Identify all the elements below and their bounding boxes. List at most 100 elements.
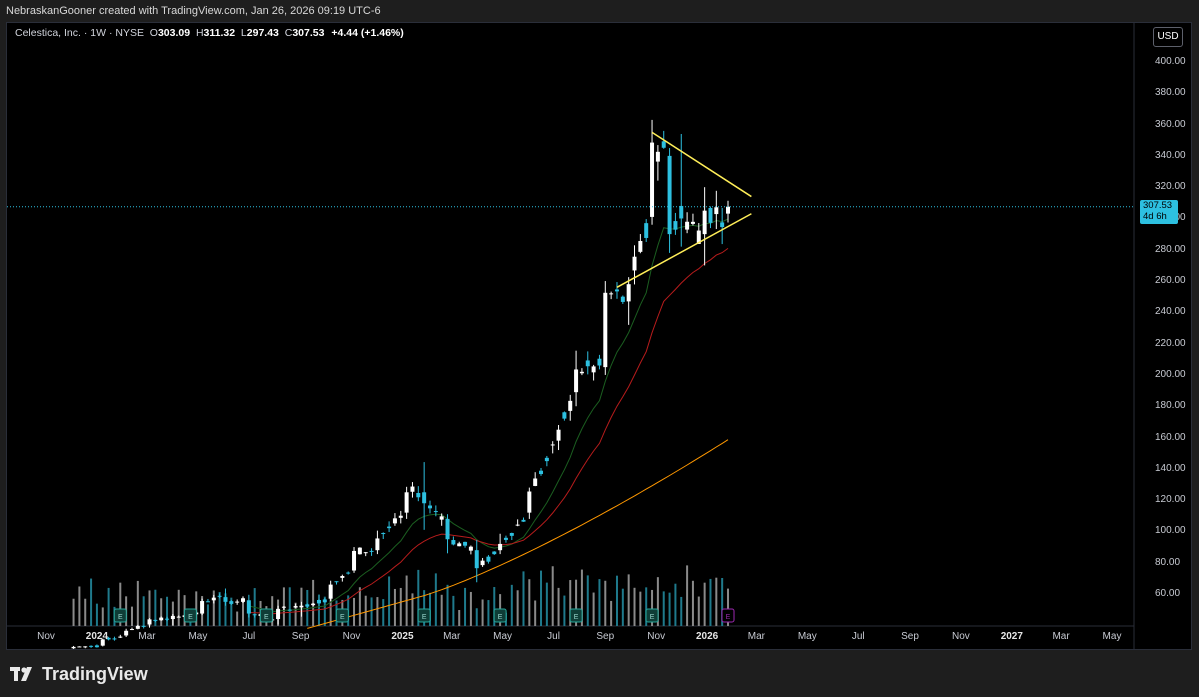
candle[interactable] — [328, 580, 333, 602]
candle[interactable] — [515, 519, 520, 527]
earnings-marker[interactable]: E — [493, 608, 507, 623]
candle[interactable] — [620, 295, 625, 304]
candle[interactable] — [71, 645, 76, 649]
candle[interactable] — [112, 636, 117, 641]
chart-canvas[interactable]: EEEEEEEEE — [0, 0, 1199, 697]
candle[interactable] — [638, 234, 643, 254]
candle[interactable] — [585, 351, 590, 375]
candle[interactable] — [644, 219, 649, 242]
candle[interactable] — [252, 614, 257, 618]
candle[interactable] — [579, 368, 584, 376]
candle[interactable] — [129, 627, 134, 631]
candle[interactable] — [544, 455, 549, 467]
candle[interactable] — [463, 541, 468, 548]
candle[interactable] — [626, 277, 631, 325]
candle[interactable] — [352, 547, 357, 573]
candle[interactable] — [451, 536, 456, 546]
candle[interactable] — [200, 598, 205, 616]
candle[interactable] — [94, 644, 99, 648]
candle[interactable] — [498, 533, 503, 555]
candle[interactable] — [480, 557, 485, 567]
candle[interactable] — [287, 609, 292, 611]
candle[interactable] — [316, 599, 321, 604]
candle[interactable] — [609, 291, 614, 300]
candle[interactable] — [550, 441, 555, 454]
candle[interactable] — [293, 603, 298, 608]
candle[interactable] — [673, 212, 678, 235]
candle[interactable] — [509, 532, 514, 541]
candle[interactable] — [363, 552, 368, 557]
candle[interactable] — [141, 625, 146, 629]
candle[interactable] — [217, 593, 222, 599]
candle[interactable] — [556, 425, 561, 451]
candle[interactable] — [241, 598, 246, 604]
candle[interactable] — [685, 212, 690, 234]
candle[interactable] — [375, 530, 380, 555]
earnings-marker[interactable]: E — [335, 608, 349, 623]
candle[interactable] — [89, 645, 94, 648]
candle[interactable] — [165, 616, 170, 622]
candle[interactable] — [410, 482, 415, 498]
candle[interactable] — [503, 535, 508, 543]
candle[interactable] — [118, 634, 123, 638]
candle[interactable] — [568, 394, 573, 421]
candle[interactable] — [603, 281, 608, 375]
candle[interactable] — [427, 500, 432, 514]
candle[interactable] — [720, 207, 725, 245]
candle[interactable] — [276, 605, 281, 625]
candle[interactable] — [159, 616, 164, 621]
candle[interactable] — [346, 571, 351, 575]
candle[interactable] — [311, 602, 316, 607]
candle[interactable] — [229, 600, 234, 606]
candle[interactable] — [77, 646, 82, 648]
candle[interactable] — [392, 513, 397, 526]
earnings-marker[interactable]: E — [569, 608, 583, 623]
candle[interactable] — [614, 282, 619, 299]
candle[interactable] — [539, 467, 544, 476]
triangle-lower-trendline[interactable] — [616, 213, 752, 288]
candle[interactable] — [416, 486, 421, 502]
candle[interactable] — [305, 603, 310, 609]
earnings-marker[interactable]: E — [645, 608, 659, 623]
tradingview-logo[interactable]: TradingView — [10, 662, 148, 686]
candle[interactable] — [457, 541, 462, 547]
candle[interactable] — [527, 487, 532, 519]
candle[interactable] — [650, 119, 655, 225]
candle[interactable] — [83, 646, 88, 649]
candle[interactable] — [486, 555, 491, 564]
earnings-marker[interactable]: E — [113, 608, 127, 623]
candle[interactable] — [574, 350, 579, 407]
candle[interactable] — [170, 614, 175, 626]
candle[interactable] — [492, 551, 497, 555]
candle[interactable] — [708, 206, 713, 229]
candle[interactable] — [381, 532, 386, 540]
candle[interactable] — [702, 187, 707, 266]
candle[interactable] — [205, 598, 210, 603]
earnings-marker[interactable]: E — [183, 608, 197, 623]
candle[interactable] — [340, 574, 345, 582]
candle[interactable] — [445, 514, 450, 554]
candle[interactable] — [357, 547, 362, 555]
candle[interactable] — [124, 628, 129, 638]
candle[interactable] — [521, 517, 526, 522]
candle[interactable] — [655, 145, 660, 181]
triangle-upper-trendline[interactable] — [651, 131, 752, 198]
candle[interactable] — [714, 190, 719, 230]
candle[interactable] — [468, 545, 473, 555]
candle[interactable] — [281, 606, 286, 611]
candle[interactable] — [562, 411, 567, 421]
candle[interactable] — [597, 354, 602, 370]
candle[interactable] — [422, 462, 427, 530]
candle[interactable] — [211, 594, 216, 604]
candle[interactable] — [334, 581, 339, 585]
candle[interactable] — [398, 510, 403, 524]
candle[interactable] — [322, 598, 327, 603]
candle[interactable] — [533, 472, 538, 487]
candle[interactable] — [153, 619, 158, 623]
candle[interactable] — [404, 486, 409, 519]
earnings-marker[interactable]: E — [721, 608, 735, 623]
candle[interactable] — [667, 148, 672, 253]
earnings-marker[interactable]: E — [417, 608, 431, 623]
candle[interactable] — [176, 615, 181, 618]
earnings-marker[interactable]: E — [259, 608, 273, 623]
